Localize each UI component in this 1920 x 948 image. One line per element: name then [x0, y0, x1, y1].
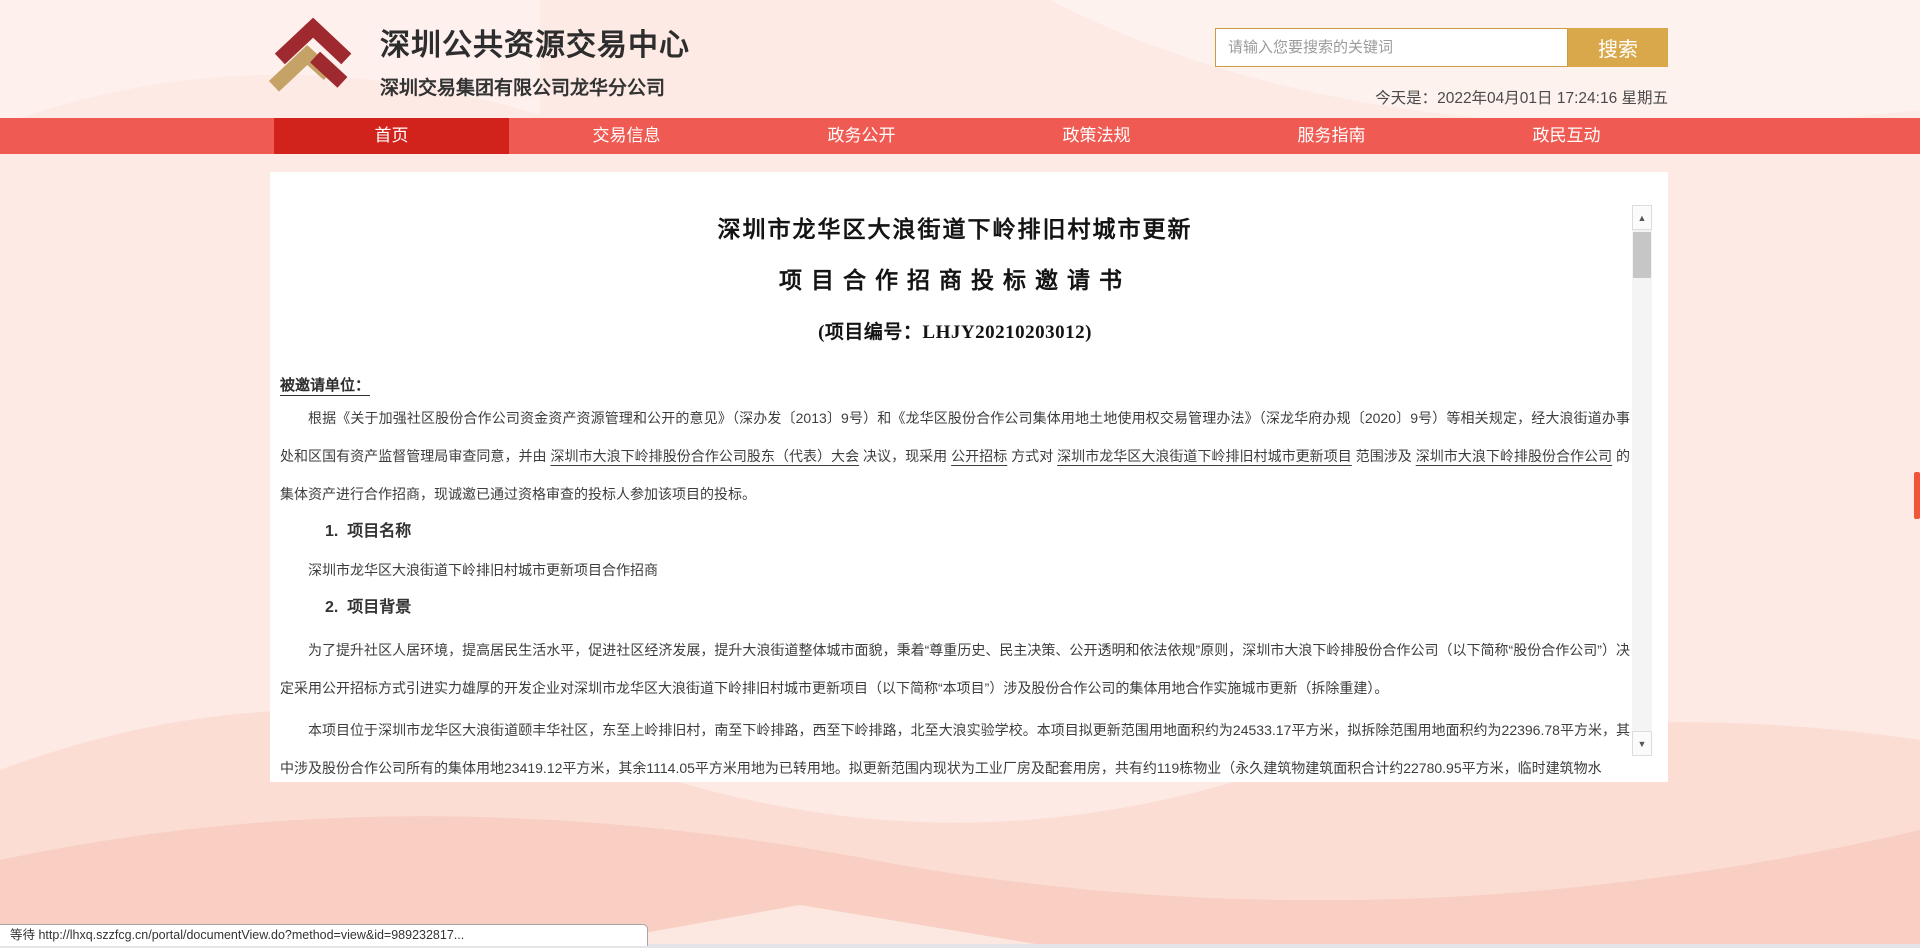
document-title-line2: 项目合作招商投标邀请书	[280, 261, 1630, 295]
nav-item-service-guide[interactable]: 服务指南	[1214, 118, 1449, 154]
section-heading-project-background: 2. 项目背景	[325, 589, 1630, 627]
document-content: 深圳市龙华区大浪街道下岭排旧村城市更新 项目合作招商投标邀请书 (项目编号：LH…	[280, 172, 1630, 782]
nav-item-policies[interactable]: 政策法规	[979, 118, 1214, 154]
invited-party-label: 被邀请单位：	[280, 374, 1630, 395]
document-scrollbar[interactable]: ▲ ▼	[1632, 205, 1652, 756]
project-name-text: 深圳市龙华区大浪街道下岭排旧村城市更新项目合作招商	[280, 551, 1630, 589]
paragraph-segment-underlined: 深圳市大浪下岭排股份合作公司	[1416, 448, 1612, 464]
scroll-up-icon[interactable]: ▲	[1632, 205, 1652, 230]
current-date-text: 今天是：2022年04月01日 17:24:16 星期五	[1375, 86, 1668, 108]
browser-status-text: 等待 http://lhxq.szzfcg.cn/portal/document…	[0, 924, 648, 946]
scrollbar-thumb[interactable]	[1633, 232, 1651, 278]
document-title-line1: 深圳市龙华区大浪街道下岭排旧村城市更新	[280, 210, 1630, 244]
paragraph-segment: 范围涉及	[1352, 448, 1416, 464]
nav-item-public-interaction[interactable]: 政民互动	[1449, 118, 1684, 154]
document-panel: 深圳市龙华区大浪街道下岭排旧村城市更新 项目合作招商投标邀请书 (项目编号：LH…	[270, 172, 1668, 782]
window-scrollbar-thumb[interactable]	[1914, 472, 1920, 519]
paragraph-location: 本项目位于深圳市龙华区大浪街道颐丰华社区，东至上岭排旧村，南至下岭排路，西至下岭…	[280, 711, 1630, 782]
nav-item-trade-info[interactable]: 交易信息	[509, 118, 744, 154]
paragraph-segment-underlined: 深圳市大浪下岭排股份合作公司股东（代表）大会	[550, 448, 859, 464]
site-header: 深圳公共资源交易中心 深圳交易集团有限公司龙华分公司 搜索 今天是：2022年0…	[0, 0, 1920, 118]
search-bar: 搜索	[1215, 28, 1668, 67]
paragraph-segment: 决议，现采用	[859, 448, 951, 464]
logo-mark-icon	[268, 12, 366, 100]
site-title: 深圳公共资源交易中心	[380, 20, 690, 64]
search-button[interactable]: 搜索	[1568, 28, 1668, 67]
paragraph-background: 为了提升社区人居环境，提高居民生活水平，促进社区经济发展，提升大浪街道整体城市面…	[280, 631, 1630, 707]
paragraph-segment: 方式对	[1007, 448, 1057, 464]
section-heading-project-name: 1. 项目名称	[325, 513, 1630, 551]
search-input[interactable]	[1215, 28, 1568, 67]
document-project-number: (项目编号：LHJY20210203012)	[280, 317, 1630, 344]
nav-item-home[interactable]: 首页	[274, 118, 509, 154]
main-nav: 首页 交易信息 政务公开 政策法规 服务指南 政民互动	[0, 118, 1920, 154]
paragraph-segment-underlined: 公开招标	[951, 448, 1007, 464]
site-subtitle: 深圳交易集团有限公司龙华分公司	[380, 73, 690, 100]
paragraph-basis: 根据《关于加强社区股份合作公司资金资产资源管理和公开的意见》（深办发〔2013〕…	[280, 399, 1630, 513]
paragraph-segment-underlined: 深圳市龙华区大浪街道下岭排旧村城市更新项目	[1057, 448, 1352, 464]
scroll-down-icon[interactable]: ▼	[1632, 731, 1652, 756]
nav-item-gov-disclosure[interactable]: 政务公开	[744, 118, 979, 154]
